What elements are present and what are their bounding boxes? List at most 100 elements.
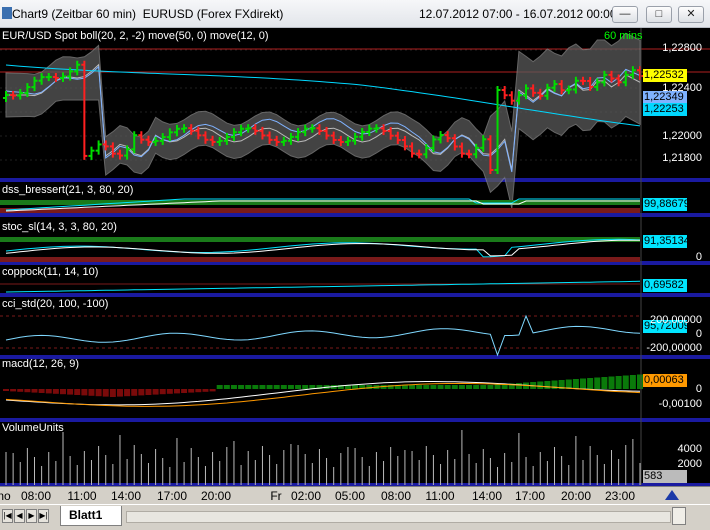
indicator-label-cci: cci_std(20, 100, -100) [2,298,109,310]
time-axis-label: 08:00 [380,489,412,503]
macd-histogram-bar [437,385,444,389]
time-range: 12.07.2012 07:00 - 16.07.2012 00:00 [419,7,617,21]
price-value-box: 1,22532 [643,69,687,82]
macd-histogram-bar [259,385,266,389]
indicator-label-stoc: stoc_sl(14, 3, 3, 80, 20) [2,221,117,233]
minimize-button[interactable]: — [612,6,638,23]
macd-histogram-bar [67,389,74,395]
indicator-axis-cci: -200,00000 [646,342,702,354]
macd-histogram-bar [601,377,608,389]
price-panel-label: EUR/USD Spot boll(20, 2, -2) move(50, 0)… [2,30,269,42]
overbought-zone [0,237,640,242]
macd-histogram-bar [116,389,123,397]
horizontal-scrollbar[interactable] [126,511,671,523]
macd-histogram-bar [102,389,109,397]
panel-separator [0,355,710,359]
indicator-value-dss: 99,88679 [643,198,687,211]
macd-histogram-bar [451,385,458,389]
macd-histogram-bar [181,389,188,393]
macd-histogram-bar [24,389,31,393]
panel-separator [0,418,710,422]
window-title: Chart9 (Zeitbar 60 min) EURUSD (Forex FX… [12,7,284,21]
macd-histogram-bar [138,389,145,396]
time-axis-label: 20:00 [560,489,592,503]
macd-histogram-bar [223,385,230,389]
title-bar: Chart9 (Zeitbar 60 min) EURUSD (Forex FX… [0,0,710,28]
time-axis-label: 05:00 [334,489,366,503]
macd-histogram-bar [45,389,52,394]
macd-histogram-bar [580,378,587,389]
scroll-right-button[interactable] [672,507,686,525]
time-axis-label: 14:00 [110,489,142,503]
chart-shape-icon[interactable] [664,488,680,502]
chart-window: Chart9 (Zeitbar 60 min) EURUSD (Forex FX… [0,0,710,530]
macd-histogram-bar [81,389,88,396]
price-value-box: 1,22253 [643,103,687,116]
indicator-axis-macd: 0 [695,383,702,395]
macd-histogram-bar [209,389,216,392]
macd-histogram-bar [10,389,17,392]
macd-histogram-bar [273,385,280,389]
time-axis-label: 20:00 [200,489,232,503]
indicator-value-stoc: 91,35134 [643,235,687,248]
macd-histogram-bar [152,389,159,395]
macd-histogram-bar [173,389,180,394]
panel-separator [0,178,710,182]
tab-blatt1[interactable]: Blatt1 [60,506,122,526]
indicator-label-volume: VolumeUnits [2,422,64,434]
time-axis-label: 17:00 [156,489,188,503]
cci-line [5,314,641,357]
macd-histogram-bar [594,377,601,389]
macd-histogram-bar [216,385,223,389]
macd-histogram-bar [245,385,252,389]
macd-histogram-bar [487,385,494,389]
macd-histogram-bar [409,385,416,389]
prev-sheet-button[interactable]: ◀ [14,509,25,523]
indicator-value-coppock: 0,69582 [643,279,687,292]
price-axis-label: 1,22000 [662,130,702,142]
macd-histogram-bar [572,379,579,389]
oversold-zone [0,208,640,213]
period-label: 60 mins [604,30,643,42]
macd-histogram-bar [458,385,465,389]
macd-histogram-bar [473,385,480,389]
macd-histogram-bar [629,375,636,389]
macd-histogram-bar [615,376,622,389]
price-axis-label: 1,22800 [662,42,702,54]
time-axis-label: 11:00 [67,489,97,503]
macd-histogram-bar [238,385,245,389]
macd-histogram-bar [159,389,166,395]
chart-canvas[interactable] [0,28,710,504]
macd-histogram-bar [124,389,131,397]
time-axis-label: 17:00 [514,489,546,503]
macd-histogram-bar [466,385,473,389]
close-button[interactable]: ✕ [678,6,704,23]
macd-histogram-bar [423,385,430,389]
indicator-axis-volume: 2000 [677,458,702,470]
macd-histogram-bar [295,385,302,389]
macd-histogram-bar [480,385,487,389]
macd-histogram-bar [195,389,202,393]
macd-histogram-bar [38,389,45,393]
maximize-button[interactable]: □ [646,6,672,23]
macd-histogram-bar [537,381,544,389]
indicator-axis-cci: 200,00000 [650,314,702,326]
macd-histogram-bar [515,383,522,389]
indicator-label-coppock: coppock(11, 14, 10) [2,266,99,278]
first-sheet-button[interactable]: |◀ [2,509,13,523]
next-sheet-button[interactable]: ▶ [26,509,37,523]
price-axis-label: 1,21800 [662,152,702,164]
macd-histogram-bar [430,385,437,389]
macd-histogram-bar [74,389,81,395]
last-sheet-button[interactable]: ▶| [38,509,49,523]
time-axis-label: 02:00 [290,489,322,503]
macd-histogram-bar [280,385,287,389]
macd-histogram-bar [95,389,102,397]
macd-histogram-bar [266,385,273,389]
macd-histogram-bar [31,389,38,393]
macd-histogram-bar [109,389,116,397]
macd-histogram-bar [188,389,195,393]
macd-histogram-bar [587,378,594,389]
macd-histogram-bar [544,381,551,389]
macd-histogram-bar [444,385,451,389]
